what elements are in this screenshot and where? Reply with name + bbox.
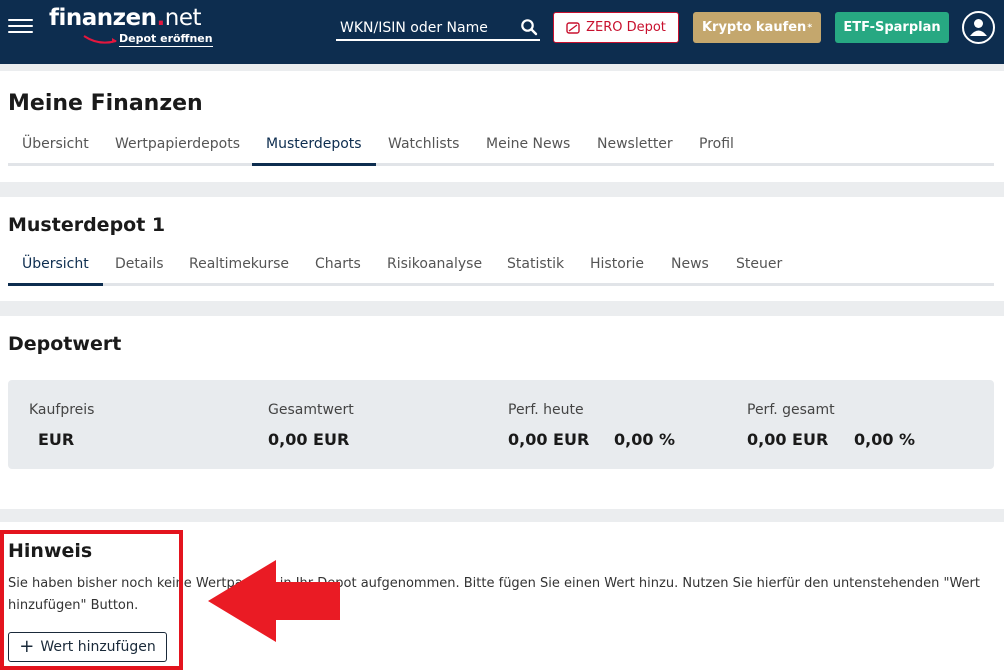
main-tabs: Übersicht Wertpapierdepots Musterdepots … bbox=[8, 129, 994, 166]
annotation-arrow-icon bbox=[208, 560, 340, 642]
search-bar bbox=[336, 14, 540, 41]
wert-hinzufuegen-label: Wert hinzufügen bbox=[40, 639, 156, 655]
krypto-kaufen-label: Krypto kaufen bbox=[701, 20, 807, 35]
menu-icon[interactable] bbox=[8, 15, 33, 37]
finanzen-net-logo[interactable]: finanzen.net Depot eröffnen bbox=[49, 4, 214, 50]
etf-sparplan-button[interactable]: ETF-Sparplan bbox=[835, 12, 949, 43]
perf-gesamt-percent: 0,00 % bbox=[854, 430, 916, 449]
hinweis-title: Hinweis bbox=[8, 540, 93, 562]
krypto-kaufen-button[interactable]: Krypto kaufen * bbox=[693, 12, 821, 43]
zero-depot-button[interactable]: ZERO Depot bbox=[553, 12, 679, 43]
depot-title: Musterdepot 1 bbox=[8, 214, 166, 236]
depotwert-summary: Kaufpreis EUR Gesamtwert 0,00 EUR Perf. … bbox=[8, 380, 994, 469]
depotwert-title: Depotwert bbox=[8, 333, 122, 355]
depotwert-section: Depotwert Kaufpreis EUR Gesamtwert 0,00 … bbox=[0, 316, 1004, 509]
perf-gesamt-label: Perf. gesamt bbox=[747, 402, 835, 418]
tab-watchlists[interactable]: Watchlists bbox=[374, 129, 473, 166]
search-icon[interactable] bbox=[520, 18, 538, 36]
perf-heute-percent: 0,00 % bbox=[614, 430, 676, 449]
page-title: Meine Finanzen bbox=[8, 91, 203, 116]
hinweis-text: Sie haben bisher noch keine Wertpapiere … bbox=[8, 576, 980, 613]
depot-tab-risikoanalyse[interactable]: Risikoanalyse bbox=[373, 249, 496, 286]
tab-profil[interactable]: Profil bbox=[685, 129, 748, 166]
depot-tab-statistik[interactable]: Statistik bbox=[493, 249, 578, 286]
depot-tab-uebersicht[interactable]: Übersicht bbox=[8, 249, 103, 286]
depot-tabs: Übersicht Details Realtimekurse Charts R… bbox=[8, 249, 994, 286]
logo-wordmark: finanzen.net bbox=[49, 5, 202, 31]
page: finanzen.net Depot eröffnen ZERO Depot K… bbox=[0, 0, 1004, 670]
user-icon[interactable] bbox=[962, 11, 995, 44]
etf-sparplan-label: ETF-Sparplan bbox=[843, 20, 941, 35]
logo-swoosh-icon bbox=[83, 35, 117, 44]
musterdepot-section: Musterdepot 1 Übersicht Details Realtime… bbox=[0, 197, 1004, 301]
tab-meine-news[interactable]: Meine News bbox=[472, 129, 584, 166]
zero-depot-label: ZERO Depot bbox=[586, 20, 666, 35]
depot-tab-charts[interactable]: Charts bbox=[301, 249, 375, 286]
kaufpreis-label: Kaufpreis bbox=[29, 402, 95, 418]
gesamtwert-value: 0,00 EUR bbox=[268, 430, 350, 449]
tab-newsletter[interactable]: Newsletter bbox=[583, 129, 687, 166]
depot-tab-news[interactable]: News bbox=[657, 249, 723, 286]
krypto-asterisk: * bbox=[807, 22, 813, 33]
hinweis-section: Hinweis Sie haben bisher noch keine Wert… bbox=[0, 522, 1004, 670]
depot-tab-historie[interactable]: Historie bbox=[576, 249, 658, 286]
kaufpreis-value: EUR bbox=[38, 430, 75, 449]
top-navigation-bar: finanzen.net Depot eröffnen ZERO Depot K… bbox=[0, 0, 1004, 64]
tab-uebersicht[interactable]: Übersicht bbox=[8, 129, 103, 166]
plus-icon: + bbox=[19, 636, 35, 657]
perf-gesamt-value: 0,00 EUR bbox=[747, 430, 829, 449]
perf-heute-label: Perf. heute bbox=[508, 402, 584, 418]
zero-depot-icon bbox=[566, 21, 580, 34]
depot-tab-realtimekurse[interactable]: Realtimekurse bbox=[175, 249, 303, 286]
gesamtwert-label: Gesamtwert bbox=[268, 402, 354, 418]
depot-eroeffnen-link[interactable]: Depot eröffnen bbox=[119, 32, 213, 47]
wert-hinzufuegen-button[interactable]: + Wert hinzufügen bbox=[8, 632, 167, 662]
tab-wertpapierdepots[interactable]: Wertpapierdepots bbox=[101, 129, 254, 166]
search-input[interactable] bbox=[340, 18, 515, 38]
tab-musterdepots[interactable]: Musterdepots bbox=[252, 129, 376, 166]
perf-heute-value: 0,00 EUR bbox=[508, 430, 590, 449]
depot-tab-details[interactable]: Details bbox=[101, 249, 178, 286]
depot-tab-steuer[interactable]: Steuer bbox=[722, 249, 796, 286]
meine-finanzen-section: Meine Finanzen Übersicht Wertpapierdepot… bbox=[0, 71, 1004, 182]
